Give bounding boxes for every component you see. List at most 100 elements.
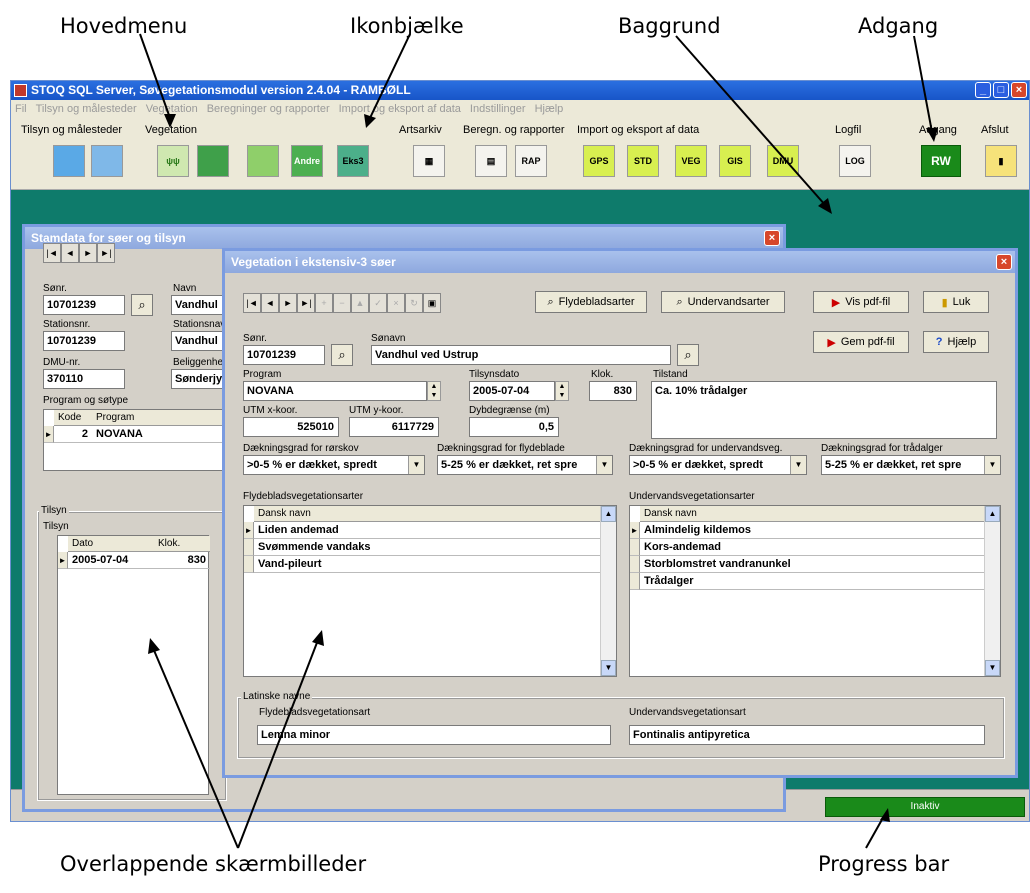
table-row[interactable]: 830 [154, 552, 210, 569]
next-record-button[interactable]: ► [279, 293, 297, 313]
hjaelp-button[interactable]: ? Hjælp [923, 331, 989, 353]
flyde-scrollbar[interactable]: ▲ ▼ [600, 506, 616, 676]
stamdata-dmunr-field[interactable]: 370110 [43, 369, 125, 389]
list-item[interactable]: Vand-pileurt [254, 556, 600, 573]
calculator-icon[interactable]: ▤ [475, 145, 507, 177]
search-icon[interactable]: ⌕ [131, 294, 153, 316]
scroll-down-icon[interactable]: ▼ [985, 660, 1000, 676]
undervandsarter-button[interactable]: ⌕ Undervandsarter [661, 291, 785, 313]
archive-cabinet-icon[interactable]: ▦ [413, 145, 445, 177]
veg-sonr-field[interactable]: 10701239 [243, 345, 325, 365]
flyde-grid[interactable]: Dansk navn ► Liden andemad Svømmende van… [243, 505, 617, 677]
menu-item-indstillinger[interactable]: Indstillinger [470, 100, 526, 118]
reeds-icon[interactable]: ψψ [157, 145, 189, 177]
measurement-sites-icon[interactable] [91, 145, 123, 177]
rap-report-icon[interactable]: RAP [515, 145, 547, 177]
copy-record-icon[interactable]: ▣ [423, 293, 441, 313]
veg-sonavn-field[interactable]: Vandhul ved Ustrup [371, 345, 671, 365]
scroll-up-icon[interactable]: ▲ [601, 506, 616, 522]
table-row[interactable]: NOVANA [92, 426, 224, 443]
chevron-down-icon[interactable]: ▼ [790, 456, 806, 474]
list-item[interactable]: Storblomstret vandranunkel [640, 556, 984, 573]
tilsynsdato-field[interactable]: 2005-07-04 [469, 381, 555, 401]
std-import-icon[interactable]: STD [627, 145, 659, 177]
menu-item-vegetation[interactable]: Vegetation [146, 100, 198, 118]
latin-under-field[interactable]: Fontinalis antipyretica [629, 725, 985, 745]
tilsyn-grid[interactable]: Dato Klok. ► 2005-07-04 830 [57, 535, 210, 795]
dybde-field[interactable]: 0,5 [469, 417, 559, 437]
d2-select[interactable]: 5-25 % er dækket, ret spre ▼ [437, 455, 613, 475]
vegetation-close-button[interactable]: × [996, 254, 1012, 270]
utmx-field[interactable]: 525010 [243, 417, 339, 437]
stamdata-beliggenhed-field[interactable]: Sønderjy [171, 369, 223, 389]
stamdata-navn-field[interactable]: Vandhul [171, 295, 223, 315]
scroll-up-icon[interactable]: ▲ [985, 506, 1000, 522]
eks3-icon[interactable]: Eks3 [337, 145, 369, 177]
andre-icon[interactable]: Andre [291, 145, 323, 177]
last-record-button[interactable]: ►| [297, 293, 315, 313]
first-record-button[interactable]: |◄ [243, 293, 261, 313]
first-record-button[interactable]: |◄ [43, 243, 61, 263]
maximize-button[interactable]: □ [993, 82, 1009, 98]
dmu-export-icon[interactable]: DMU [767, 145, 799, 177]
gps-import-icon[interactable]: GPS [583, 145, 615, 177]
log-file-icon[interactable]: LOG [839, 145, 871, 177]
under-grid[interactable]: Dansk navn ► Almindelig kildemos Kors-an… [629, 505, 1001, 677]
table-row[interactable]: 2 [54, 426, 92, 443]
close-app-button[interactable]: × [1011, 82, 1027, 98]
d4-select[interactable]: 5-25 % er dækket, ret spre ▼ [821, 455, 1001, 475]
list-item[interactable]: Trådalger [640, 573, 984, 590]
menu-item-fil[interactable]: Fil [15, 100, 27, 118]
veg-export-icon[interactable]: VEG [675, 145, 707, 177]
program-spinner[interactable]: ▲ ▼ [427, 381, 441, 401]
chevron-down-icon[interactable]: ▼ [596, 456, 612, 474]
search-icon[interactable]: ⌕ [677, 344, 699, 366]
lakes-map-icon[interactable] [53, 145, 85, 177]
scroll-down-icon[interactable]: ▼ [601, 660, 616, 676]
insert-record-icon[interactable]: + [315, 293, 333, 313]
flydebladsarter-button[interactable]: ⌕ Flydebladsarter [535, 291, 647, 313]
list-item[interactable]: Kors-andemad [640, 539, 984, 556]
stamdata-close-button[interactable]: × [764, 230, 780, 246]
table-row[interactable]: 2005-07-04 [68, 552, 154, 569]
stamdata-sonr-field[interactable]: 10701239 [43, 295, 125, 315]
stamdata-stationsnavn-field[interactable]: Vandhul [171, 331, 223, 351]
last-record-button[interactable]: ►| [97, 243, 115, 263]
gem-pdf-button[interactable]: ▶ Gem pdf-fil [813, 331, 909, 353]
veg-program-field[interactable]: NOVANA [243, 381, 427, 401]
d1-select[interactable]: >0-5 % er dækket, spredt ▼ [243, 455, 425, 475]
list-item[interactable]: Svømmende vandaks [254, 539, 600, 556]
under-scrollbar[interactable]: ▲ ▼ [984, 506, 1000, 676]
vis-pdf-button[interactable]: ▶ Vis pdf-fil [813, 291, 909, 313]
refresh-icon[interactable]: ↻ [405, 293, 423, 313]
next-record-button[interactable]: ► [79, 243, 97, 263]
prev-record-button[interactable]: ◄ [61, 243, 79, 263]
tilstand-field[interactable]: Ca. 10% trådalger [651, 381, 997, 439]
luk-button[interactable]: ▮ Luk [923, 291, 989, 313]
klok-field[interactable]: 830 [589, 381, 637, 401]
list-item[interactable]: Liden andemad [254, 522, 600, 539]
floating-leaves-icon[interactable] [197, 145, 229, 177]
chevron-down-icon[interactable]: ▼ [984, 456, 1000, 474]
submerged-plants-icon[interactable] [247, 145, 279, 177]
latin-flyde-field[interactable]: Lemna minor [257, 725, 611, 745]
menu-item-import[interactable]: Import og eksport af data [339, 100, 461, 118]
prev-record-button[interactable]: ◄ [261, 293, 279, 313]
list-item[interactable]: Almindelig kildemos [640, 522, 984, 539]
minimize-button[interactable]: _ [975, 82, 991, 98]
gis-export-icon[interactable]: GIS [719, 145, 751, 177]
menu-item-tilsyn[interactable]: Tilsyn og målesteder [36, 100, 137, 118]
utmy-field[interactable]: 6117729 [349, 417, 439, 437]
search-icon[interactable]: ⌕ [331, 344, 353, 366]
delete-record-icon[interactable]: − [333, 293, 351, 313]
chevron-down-icon[interactable]: ▼ [408, 456, 424, 474]
d3-select[interactable]: >0-5 % er dækket, spredt ▼ [629, 455, 807, 475]
date-spinner[interactable]: ▲ ▼ [555, 381, 569, 401]
exit-door-icon[interactable]: ▮ [985, 145, 1017, 177]
menu-item-hjaelp[interactable]: Hjælp [535, 100, 564, 118]
access-rw-icon[interactable]: RW [921, 145, 961, 177]
cancel-edit-icon[interactable]: × [387, 293, 405, 313]
post-record-icon[interactable]: ✓ [369, 293, 387, 313]
edit-record-icon[interactable]: ▲ [351, 293, 369, 313]
menu-item-beregninger[interactable]: Beregninger og rapporter [207, 100, 330, 118]
